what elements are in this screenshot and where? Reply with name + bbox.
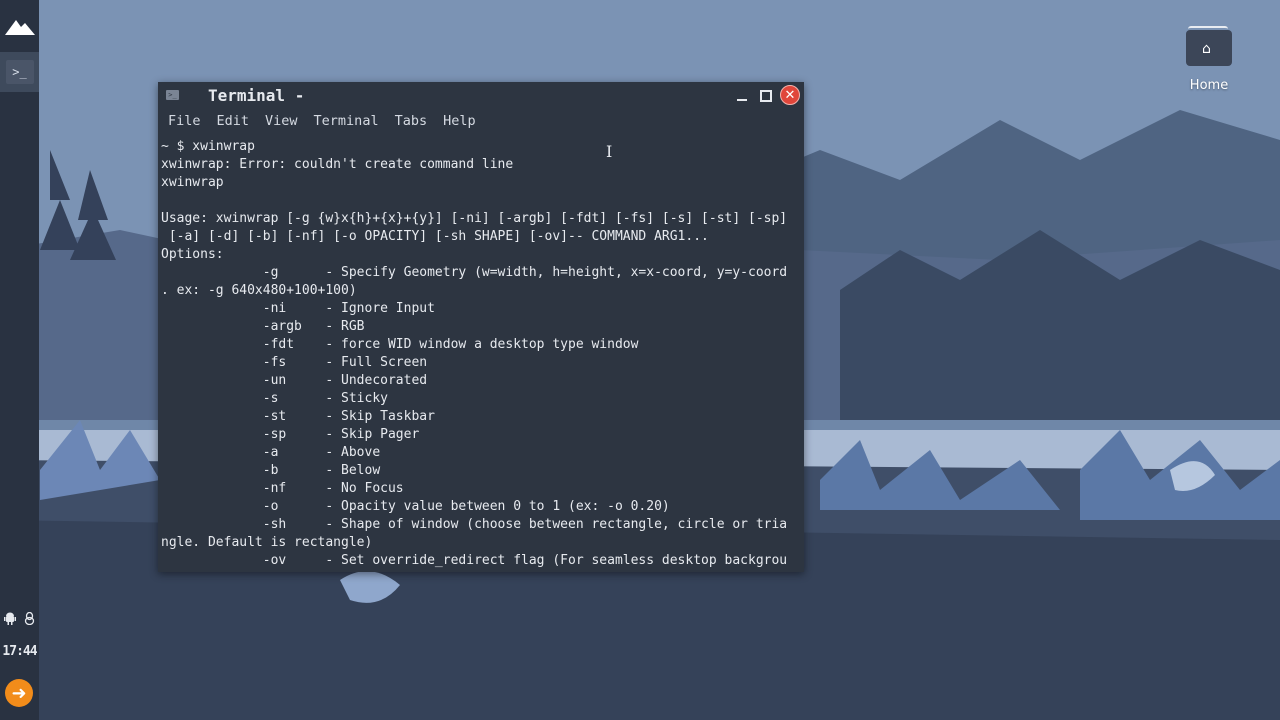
output-line: -ov - Set override_redirect flag (For se…: [161, 553, 788, 568]
app-menu-button[interactable]: [0, 6, 39, 46]
output-line: -fs - Full Screen: [161, 355, 428, 370]
output-line: ngle. Default is rectangle): [161, 535, 373, 550]
terminal-window[interactable]: >_ Terminal - ✕ File Edit View Terminal …: [158, 82, 804, 572]
output-line: -un - Undecorated: [161, 373, 428, 388]
output-line: Options:: [161, 247, 224, 262]
output-line: . ex: -g 640x480+100+100): [161, 283, 357, 298]
house-icon: ⌂: [1202, 41, 1211, 57]
text-cursor-icon: I: [606, 142, 613, 161]
arrow-right-icon: ➜: [11, 682, 27, 704]
output-line: xwinwrap: Error: couldn't create command…: [161, 157, 514, 172]
menu-terminal[interactable]: Terminal: [314, 110, 379, 134]
mountain-logo-icon: [4, 20, 35, 35]
desktop-home-shortcut[interactable]: ⌂ Home: [1176, 26, 1242, 93]
minimize-icon: [737, 99, 747, 101]
logout-button[interactable]: ➜: [5, 679, 33, 707]
side-panel: >_ 17:44 ➜: [0, 0, 39, 720]
menu-tabs[interactable]: Tabs: [395, 110, 428, 134]
terminal-launcher[interactable]: >_: [0, 52, 39, 92]
output-line: -ni - Ignore Input: [161, 301, 435, 316]
close-icon: ✕: [784, 87, 796, 103]
maximize-icon: [760, 90, 772, 102]
minimize-button[interactable]: [732, 86, 752, 106]
output-line: -argb - RGB: [161, 319, 365, 334]
output-line: -o - Opacity value between 0 to 1 (ex: -…: [161, 499, 670, 514]
output-line: -b - Below: [161, 463, 381, 478]
home-shortcut-label: Home: [1189, 78, 1229, 93]
menu-edit[interactable]: Edit: [217, 110, 250, 134]
output-line: xwinwrap: [161, 175, 224, 190]
system-tray: [0, 610, 39, 630]
panel-clock[interactable]: 17:44: [0, 644, 39, 659]
terminal-icon: >_: [5, 60, 34, 84]
output-line: -sh - Shape of window (choose between re…: [161, 517, 788, 532]
menu-view[interactable]: View: [265, 110, 298, 134]
maximize-button[interactable]: [756, 86, 776, 106]
menu-file[interactable]: File: [168, 110, 201, 134]
home-folder-icon: ⌂: [1186, 26, 1232, 66]
output-line: -st - Skip Taskbar: [161, 409, 435, 424]
output-line: [-a] [-d] [-b] [-nf] [-o OPACITY] [-sh S…: [161, 229, 709, 244]
output-line: Usage: xwinwrap [-g {w}x{h}+{x}+{y}] [-n…: [161, 211, 788, 226]
output-line: -a - Above: [161, 445, 381, 460]
close-button[interactable]: ✕: [780, 85, 800, 105]
output-line: -g - Specify Geometry (w=width, h=height…: [161, 265, 788, 280]
menu-help[interactable]: Help: [443, 110, 476, 134]
output-line: -fdt - force WID window a desktop type w…: [161, 337, 639, 352]
output-line: ~ $ xwinwrap: [161, 139, 255, 154]
terminal-app-icon: >_: [166, 90, 179, 100]
output-line: -sp - Skip Pager: [161, 427, 420, 442]
terminal-titlebar[interactable]: >_ Terminal - ✕: [158, 82, 804, 110]
android-icon[interactable]: [4, 612, 16, 629]
linux-penguin-icon[interactable]: [24, 611, 35, 629]
menu-bar: File Edit View Terminal Tabs Help: [158, 110, 804, 134]
window-title: Terminal -: [208, 86, 305, 105]
terminal-output[interactable]: ~ $ xwinwrap xwinwrap: Error: couldn't c…: [161, 138, 804, 570]
output-line: -nf - No Focus: [161, 481, 404, 496]
output-line: -s - Sticky: [161, 391, 388, 406]
